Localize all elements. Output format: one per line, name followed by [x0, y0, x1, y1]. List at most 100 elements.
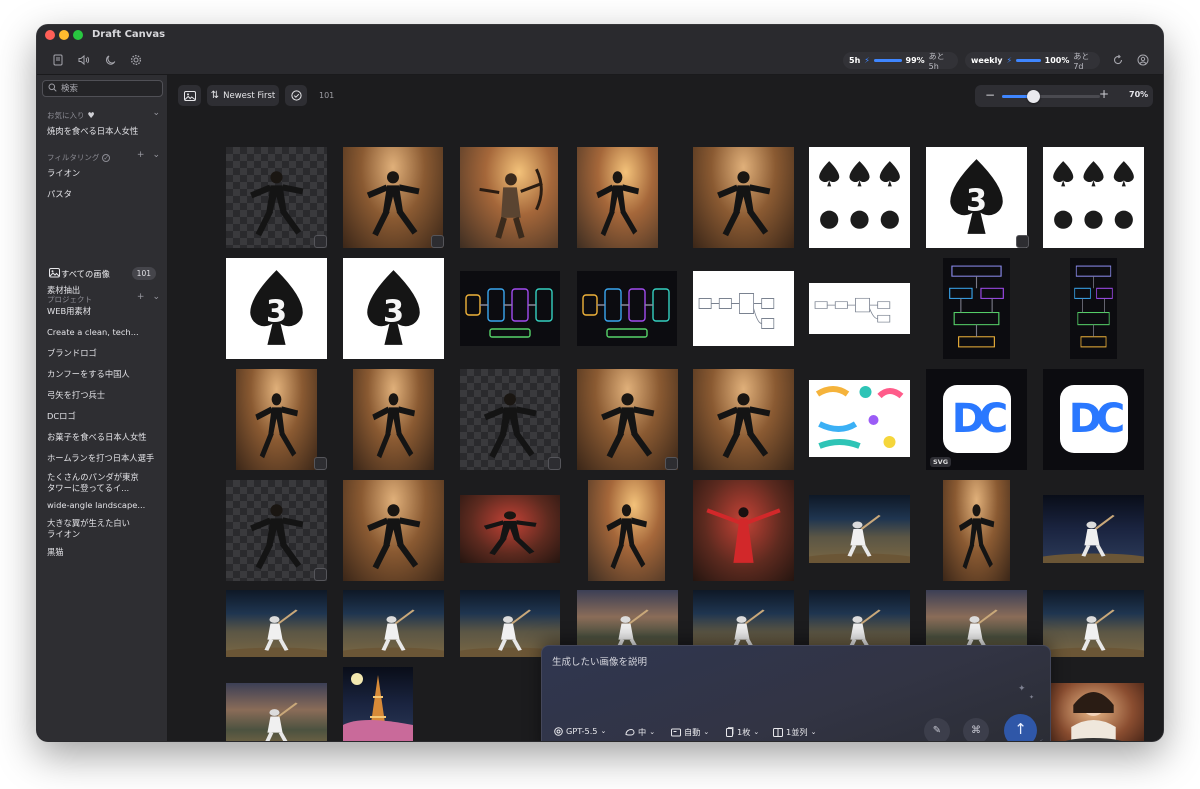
send-button[interactable]: ↑ [1004, 714, 1037, 741]
image-thumbnail[interactable] [1043, 147, 1144, 248]
source-badge-icon [314, 457, 327, 470]
sort-button[interactable]: ⇅ Newest First [207, 85, 279, 106]
image-thumbnail[interactable] [1043, 590, 1144, 657]
usage-5h-label: 5h [849, 56, 861, 65]
usage-weekly-percent: 100% [1044, 56, 1070, 65]
image-thumbnail[interactable] [809, 283, 910, 334]
image-thumbnail[interactable]: DC [1043, 369, 1144, 470]
sidebar-item-project-0[interactable]: 素材抽出 [47, 285, 162, 296]
image-thumbnail[interactable] [943, 480, 1010, 581]
sidebar-item-filter-0[interactable]: ライオン [47, 168, 162, 179]
moon-icon[interactable] [104, 54, 118, 68]
image-thumbnail[interactable] [226, 683, 327, 741]
image-thumbnail[interactable]: 3 [226, 258, 327, 359]
gear-icon[interactable] [129, 54, 143, 68]
image-thumbnail[interactable] [1043, 683, 1144, 741]
image-thumbnail[interactable] [693, 369, 794, 470]
sidebar-item-project-3[interactable]: ブランドロゴ [47, 348, 162, 359]
sidebar-item-project-4[interactable]: カンフーをする中国人 [47, 369, 162, 380]
image-thumbnail[interactable] [1043, 495, 1144, 563]
close-window-button[interactable] [45, 30, 55, 40]
sidebar-item-project-2[interactable]: Create a clean, tech... [47, 327, 162, 338]
image-thumbnail[interactable] [693, 147, 794, 248]
image-thumbnail[interactable] [460, 495, 560, 563]
image-thumbnail[interactable] [343, 480, 444, 581]
image-thumbnail[interactable] [943, 258, 1010, 359]
check-circle-icon: ✓ [102, 153, 111, 162]
image-thumbnail[interactable] [588, 480, 665, 581]
chevron-down-icon: ⌄ [703, 728, 710, 736]
speaker-icon[interactable] [76, 54, 90, 68]
zoom-window-button[interactable] [73, 30, 83, 40]
image-thumbnail[interactable] [353, 369, 434, 470]
sidebar-item-project-7[interactable]: お菓子を食べる日本人女性 [47, 432, 162, 443]
chevron-down-icon[interactable]: ⌄ [152, 108, 160, 118]
zoom-slider-handle[interactable] [1027, 90, 1041, 103]
image-thumbnail[interactable]: 3 [926, 147, 1027, 248]
zoom-out-button[interactable]: − [985, 88, 995, 102]
image-thumbnail[interactable] [577, 147, 658, 248]
account-icon[interactable] [1136, 54, 1150, 68]
image-thumbnail[interactable] [226, 590, 327, 657]
model-select[interactable]: GPT-5.5 ⌄ [554, 726, 606, 736]
sidebar-panel-icon[interactable] [51, 54, 65, 68]
minimize-window-button[interactable] [59, 30, 69, 40]
image-thumbnail[interactable] [236, 369, 317, 470]
chevron-down-icon: ⌄ [810, 728, 817, 736]
sidebar-item-project-8[interactable]: ホームランを打つ日本人選手 [47, 453, 162, 464]
sidebar-item-project-9[interactable]: たくさんのパンダが東京 タワーに登ってるイ... [47, 472, 162, 494]
sidebar-item-favorite-0[interactable]: 焼肉を食べる日本人女性 [47, 126, 162, 137]
prompt-panel: ✦ ✦ GPT-5.5 ⌄ 中 ⌄ 自動 ⌄ 1枚 ⌄ [541, 645, 1051, 741]
image-thumbnail[interactable] [226, 480, 327, 581]
image-thumbnail[interactable] [693, 271, 794, 346]
count-select[interactable]: 1枚 ⌄ [725, 726, 759, 738]
image-filter-button[interactable] [178, 85, 201, 106]
image-thumbnail[interactable] [343, 667, 413, 741]
sidebar-item-project-6[interactable]: DCロゴ [47, 411, 162, 422]
image-thumbnail[interactable] [343, 590, 444, 657]
image-thumbnail[interactable]: DC SVG [926, 369, 1027, 470]
sidebar-item-project-11[interactable]: 大きな翼が生えた白い ライオン [47, 518, 162, 540]
sidebar-item-all-images[interactable]: すべての画像 101 [45, 265, 160, 282]
image-thumbnail[interactable] [809, 495, 910, 563]
usage-weekly: weekly ⚡ 100% あと 7d [965, 51, 1100, 71]
image-thumbnail[interactable]: 3 [343, 258, 444, 359]
image-thumbnail[interactable] [577, 271, 677, 346]
attach-button[interactable]: ⌘ [963, 718, 989, 741]
sidebar-item-project-1[interactable]: WEB用素材 [47, 306, 162, 317]
quality-select[interactable]: 中 ⌄ [625, 726, 655, 738]
image-thumbnail[interactable] [809, 380, 910, 457]
columns-icon [773, 727, 783, 737]
image-thumbnail[interactable] [460, 271, 560, 346]
refresh-icon[interactable] [1111, 54, 1125, 68]
image-thumbnail[interactable] [460, 369, 560, 470]
images-icon [49, 268, 60, 281]
favorites-header: お気に入り ♥ [47, 111, 95, 120]
image-thumbnail[interactable] [226, 147, 327, 248]
sidebar-item-filter-1[interactable]: パスタ [47, 189, 162, 200]
zoom-in-button[interactable]: + [1099, 87, 1109, 101]
select-mode-button[interactable] [285, 85, 307, 106]
image-thumbnail[interactable] [693, 480, 794, 581]
sidebar-item-project-12[interactable]: 黒猫 [47, 547, 162, 558]
sidebar-item-project-5[interactable]: 弓矢を打つ兵士 [47, 390, 162, 401]
parallel-select[interactable]: 1並列 ⌄ [773, 726, 816, 738]
search-input[interactable] [61, 82, 159, 95]
zoom-slider[interactable] [1002, 90, 1100, 103]
chevron-down-icon[interactable]: ⌄ [152, 150, 160, 160]
usage-weekly-reset: あと 7d [1073, 51, 1090, 71]
sidebar-item-project-10[interactable]: wide-angle landscape... [47, 500, 162, 511]
image-thumbnail[interactable] [343, 147, 443, 248]
image-thumbnail[interactable] [809, 147, 910, 248]
image-thumbnail[interactable] [1070, 258, 1117, 359]
plus-icon[interactable]: + [137, 150, 145, 160]
size-select[interactable]: 自動 ⌄ [671, 726, 709, 738]
filtering-controls: + ⌄ [137, 150, 160, 160]
search-box [42, 80, 163, 97]
draw-tool-button[interactable]: ✎ [924, 718, 950, 741]
source-badge-icon [1016, 235, 1029, 248]
image-thumbnail[interactable] [460, 147, 558, 248]
sparkle-icon: ✦ [1018, 684, 1026, 694]
prompt-input[interactable] [552, 654, 1022, 694]
image-thumbnail[interactable] [577, 369, 678, 470]
